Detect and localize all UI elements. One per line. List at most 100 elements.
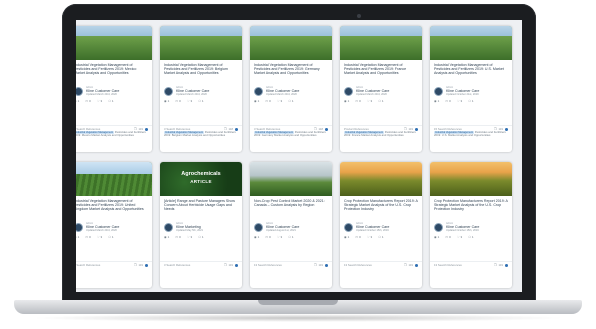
likes-stat: ♡ 3 xyxy=(187,235,192,239)
report-card-4[interactable]: Industrial Vegetation Management of Pest… xyxy=(340,26,422,152)
card-author: Admin Kline Customer Care Updated Octobe… xyxy=(430,84,512,98)
report-card-9[interactable]: Crop Protection Manufacturers Report 201… xyxy=(340,162,422,288)
card-stats: ◉1 ▭0 ♡3 ⚇1 xyxy=(430,98,512,104)
report-card-7[interactable]: Agrochemicals ARTICLE [Article] Range an… xyxy=(160,162,242,288)
likes-count: 3 xyxy=(460,235,463,239)
report-card-8[interactable]: Non-Crop Pest Control Market 2020 & 2021… xyxy=(250,162,332,288)
card-author: Admin Kline Customer Care Updated March … xyxy=(160,84,242,98)
references-link[interactable]: 13 Search References xyxy=(434,263,462,267)
comments-count: 0 xyxy=(449,235,451,239)
references-link[interactable]: 13 Search References xyxy=(344,263,372,267)
laptop-shadow xyxy=(30,314,566,322)
likes-stat: ♡ 3 xyxy=(367,99,372,103)
laptop-notch xyxy=(258,300,338,305)
shares-count: 1 xyxy=(471,99,474,103)
card-stats: ◉1 ▭0 ♡3 ⚇1 xyxy=(76,234,152,240)
layers-icon: ❒ xyxy=(494,263,497,267)
card-thumbnail[interactable]: Agrochemicals ARTICLE xyxy=(160,162,242,196)
card-thumbnail[interactable] xyxy=(160,26,242,60)
footer-row: 3 Search References ❒ 119 xyxy=(164,263,238,267)
author-avatar xyxy=(434,222,443,232)
card-footer: 3 Search References ❒ 119 Industrial Vege… xyxy=(76,125,152,152)
eye-icon: ◉ xyxy=(76,235,77,239)
card-thumbnail[interactable] xyxy=(430,162,512,196)
like-icon: ♡ xyxy=(366,99,370,103)
eye-icon: ◉ xyxy=(254,99,257,103)
shares-count: 1 xyxy=(291,99,294,103)
card-footer: 3 Search References ❒ 119 xyxy=(160,261,242,288)
report-card-10[interactable]: Crop Protection Manufacturers Report 201… xyxy=(430,162,512,288)
card-title[interactable]: Industrial Vegetation Management of Pest… xyxy=(250,60,332,84)
card-thumbnail[interactable] xyxy=(250,26,332,60)
author-avatar xyxy=(164,222,173,232)
likes-count: 3 xyxy=(370,235,373,239)
views-stat: ◉1 xyxy=(164,99,169,103)
references-link[interactable]: 3 Search References xyxy=(76,263,100,267)
shares-stat: ⚇ 1 xyxy=(108,235,113,239)
views-count: 1 xyxy=(257,99,260,103)
card-footer: Product References ❒ 119 Industrial Veget… xyxy=(340,125,422,152)
card-title[interactable]: Industrial Vegetation Management of Pest… xyxy=(76,196,152,220)
shares-stat: ⚇ 1 xyxy=(468,99,473,103)
comments-stat: ▭ 0 xyxy=(85,235,91,239)
likes-stat: ♡ 3 xyxy=(277,99,282,103)
comments-stat: ▭ 0 xyxy=(445,235,451,239)
references-link[interactable]: 3 Search References xyxy=(164,263,190,267)
card-footer: 13 Search References ❒ 119 xyxy=(340,261,422,288)
card-author: Admin Kline Customer Care Updated March … xyxy=(250,84,332,98)
card-stats: ◉1 ▭0 ♡3 ⚇1 xyxy=(160,98,242,104)
comments-count: 0 xyxy=(449,99,451,103)
eye-icon: ◉ xyxy=(254,235,257,239)
comments-count: 0 xyxy=(269,99,271,103)
card-title[interactable]: [Article] Range and Pasture Managers Sho… xyxy=(160,196,242,220)
author-info: Admin Kline Customer Care Updated Octobe… xyxy=(446,222,479,232)
views-stat: ◉1 xyxy=(344,99,349,103)
footer-count: ❒ 119 xyxy=(494,263,508,267)
card-footer: 15 Search References ❒ 119 Industrial Veg… xyxy=(430,125,512,152)
card-title[interactable]: Non-Crop Pest Control Market 2020 & 2021… xyxy=(250,196,332,220)
likes-count: 3 xyxy=(100,99,103,103)
card-thumbnail[interactable] xyxy=(76,26,152,60)
card-title[interactable]: Crop Protection Manufacturers Report 201… xyxy=(340,196,422,220)
footer-count-value: 119 xyxy=(228,263,233,267)
shares-count: 1 xyxy=(111,99,114,103)
footer-count: ❒ 119 xyxy=(314,263,328,267)
likes-stat: ♡ 3 xyxy=(97,235,102,239)
user-icon: ⚇ xyxy=(378,99,381,103)
card-title[interactable]: Crop Protection Manufacturers Report 201… xyxy=(430,196,512,220)
views-stat: ◉1 xyxy=(254,235,259,239)
report-card-5[interactable]: Industrial Vegetation Management of Pest… xyxy=(430,26,512,152)
references-link[interactable]: 13 Search References xyxy=(254,263,282,267)
updated-date: Updated March 23rd, 2020 xyxy=(86,93,117,96)
card-title[interactable]: Industrial Vegetation Management of Pest… xyxy=(340,60,422,84)
card-thumbnail[interactable] xyxy=(430,26,512,60)
card-title[interactable]: Industrial Vegetation Management of Pest… xyxy=(76,60,152,84)
card-title[interactable]: Industrial Vegetation Management of Pest… xyxy=(430,60,512,84)
user-icon: ⚇ xyxy=(198,99,201,103)
footer-row: 13 Search References ❒ 119 xyxy=(254,263,328,267)
author-avatar xyxy=(254,86,263,96)
card-thumbnail[interactable] xyxy=(340,26,422,60)
card-grid: Industrial Vegetation Management of Pest… xyxy=(76,26,522,288)
shares-stat: ⚇ 1 xyxy=(288,235,293,239)
shares-count: 1 xyxy=(291,235,294,239)
likes-stat: ♡ 3 xyxy=(457,235,462,239)
card-thumbnail[interactable] xyxy=(76,162,152,196)
eye-icon: ◉ xyxy=(344,235,347,239)
comment-icon: ▭ xyxy=(175,235,179,239)
card-stats: ◉1 ▭0 ♡3 ⚇1 xyxy=(340,98,422,104)
like-icon: ♡ xyxy=(276,235,280,239)
card-title[interactable]: Industrial Vegetation Management of Pest… xyxy=(160,60,242,84)
webcam-icon xyxy=(357,14,361,18)
author-avatar xyxy=(164,86,173,96)
card-thumbnail[interactable] xyxy=(250,162,332,196)
report-card-3[interactable]: Industrial Vegetation Management of Pest… xyxy=(250,26,332,152)
report-card-6[interactable]: Industrial Vegetation Management of Pest… xyxy=(76,162,152,288)
report-card-2[interactable]: Industrial Vegetation Management of Pest… xyxy=(160,26,242,152)
card-author: Admin Kline Customer Care Updated Octobe… xyxy=(430,220,512,234)
like-icon: ♡ xyxy=(96,99,100,103)
shares-count: 1 xyxy=(201,99,204,103)
report-card-1[interactable]: Industrial Vegetation Management of Pest… xyxy=(76,26,152,152)
eye-icon: ◉ xyxy=(344,99,347,103)
card-thumbnail[interactable] xyxy=(340,162,422,196)
